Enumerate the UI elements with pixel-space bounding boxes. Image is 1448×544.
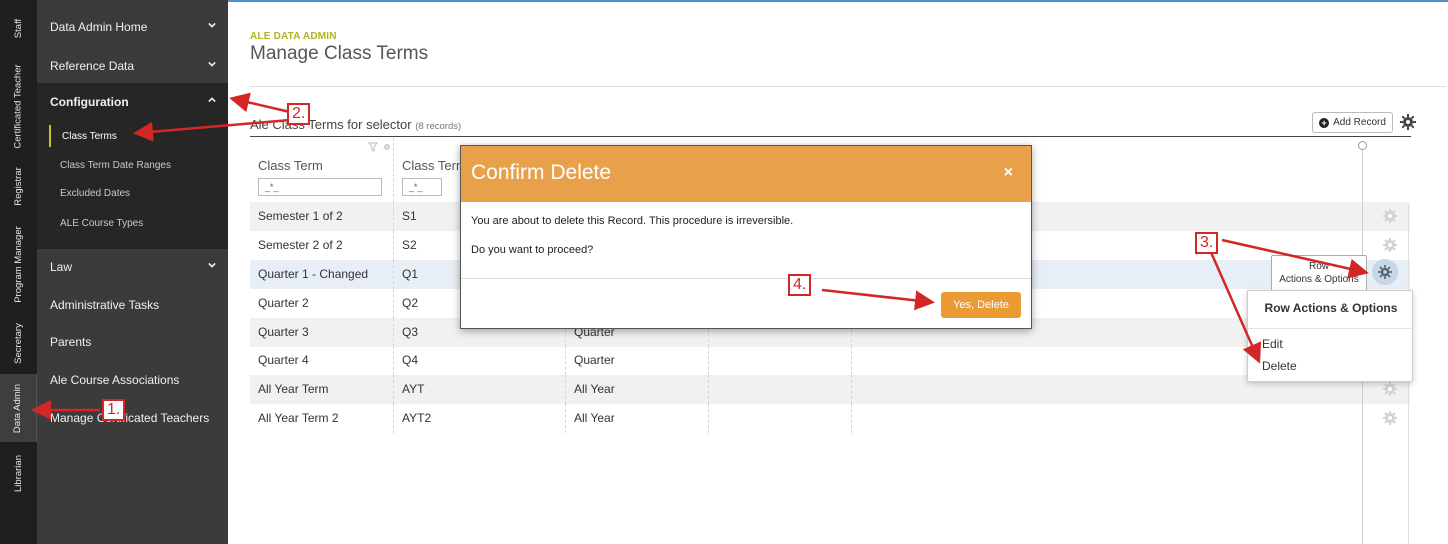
cell-class-term-code: AYT2 xyxy=(402,411,432,425)
cell-class-term-code: AYT xyxy=(402,382,425,396)
tab-program-manager[interactable]: Program Manager xyxy=(0,216,37,312)
sidebar-item-reference-data[interactable]: Reference Data xyxy=(37,47,228,85)
cell-class-term: Semester 1 of 2 xyxy=(258,209,343,223)
gear-icon[interactable] xyxy=(1382,381,1398,397)
cell-term-type: Quarter xyxy=(574,353,615,367)
table-row[interactable]: All Year Term 2 AYT2 All Year xyxy=(250,404,1410,433)
dialog-header: Confirm Delete × xyxy=(461,146,1031,202)
sidebar: Data Admin Home Reference Data Configura… xyxy=(37,0,228,544)
resize-handle[interactable] xyxy=(1358,141,1367,150)
sidebar-subitem-excluded-dates[interactable]: Excluded Dates xyxy=(49,182,219,204)
cell-class-term: Quarter 1 - Changed xyxy=(258,267,369,281)
annotation-callout-4: 4. xyxy=(788,274,812,296)
cell-class-term: Semester 2 of 2 xyxy=(258,238,343,252)
filter-input-class-term[interactable]: _*_ xyxy=(258,178,382,196)
tab-registrar[interactable]: Registrar xyxy=(0,156,37,216)
row-actions-gear-button[interactable] xyxy=(1372,259,1398,285)
sidebar-subitem-class-term-date-ranges[interactable]: Class Term Date Ranges xyxy=(49,154,219,176)
sidebar-item-data-admin-home[interactable]: Data Admin Home xyxy=(37,8,228,46)
sidebar-subitem-class-terms[interactable]: Class Terms xyxy=(49,125,219,147)
menu-item-delete[interactable]: Delete xyxy=(1262,359,1297,373)
sidebar-item-parents[interactable]: Parents xyxy=(37,323,228,361)
cell-class-term: Quarter 3 xyxy=(258,325,309,339)
chevron-down-icon xyxy=(208,61,216,67)
chevron-down-icon xyxy=(208,262,216,268)
gear-icon[interactable] xyxy=(1382,410,1398,426)
menu-item-edit[interactable]: Edit xyxy=(1262,337,1283,351)
gear-icon xyxy=(1378,265,1392,279)
cell-class-term: Quarter 4 xyxy=(258,353,309,367)
cell-class-term: Quarter 2 xyxy=(258,296,309,310)
gear-icon[interactable] xyxy=(1400,114,1416,130)
confirm-delete-dialog: Confirm Delete × You are about to delete… xyxy=(460,145,1032,329)
cell-class-term-code: S2 xyxy=(402,238,417,252)
dialog-message: You are about to delete this Record. Thi… xyxy=(471,215,794,227)
cell-class-term: All Year Term 2 xyxy=(258,411,339,425)
sidebar-item-configuration[interactable]: Configuration xyxy=(37,83,228,121)
divider xyxy=(461,278,1031,279)
annotation-callout-2: 2. xyxy=(287,103,311,125)
plus-icon: + xyxy=(1319,117,1330,128)
divider xyxy=(1248,328,1414,329)
filter-input-class-term-code[interactable]: _*_ xyxy=(402,178,442,196)
tab-certificated-teacher[interactable]: Certificated Teacher xyxy=(0,56,37,156)
cell-class-term-code: Q1 xyxy=(402,267,419,281)
tab-data-admin[interactable]: Data Admin xyxy=(0,374,37,442)
cell-class-term-code: Q2 xyxy=(402,296,419,310)
sidebar-item-law[interactable]: Law xyxy=(37,248,228,286)
yes-delete-button[interactable]: Yes, Delete xyxy=(941,292,1021,318)
main-content: ALE DATA ADMIN Manage Class Terms Ale Cl… xyxy=(228,0,1448,544)
grid-title: Ale Class Terms for selector (8 records) xyxy=(250,117,462,132)
cell-class-term: All Year Term xyxy=(258,382,329,396)
sidebar-item-administrative-tasks[interactable]: Administrative Tasks xyxy=(37,286,228,324)
chevron-up-icon xyxy=(208,97,216,103)
annotation-callout-1: 1. xyxy=(102,399,126,421)
close-icon[interactable]: × xyxy=(1004,164,1013,182)
cell-class-term-code: Q3 xyxy=(402,325,419,339)
chevron-down-icon xyxy=(208,22,216,28)
page-title: Manage Class Terms xyxy=(250,43,429,64)
divider xyxy=(250,136,1411,137)
gear-icon[interactable] xyxy=(1382,237,1398,253)
dialog-title: Confirm Delete xyxy=(471,161,612,184)
table-row[interactable]: Quarter 4 Q4 Quarter xyxy=(250,346,1410,375)
tab-secretary[interactable]: Secretary xyxy=(0,312,37,374)
sidebar-subitem-ale-course-types[interactable]: ALE Course Types xyxy=(49,212,219,234)
table-row[interactable]: All Year Term AYT All Year xyxy=(250,375,1410,404)
tab-staff[interactable]: Staff xyxy=(0,0,37,56)
record-count: (8 records) xyxy=(415,121,462,132)
configuration-section: Configuration Class Terms Class Term Dat… xyxy=(37,83,228,249)
menu-title: Row Actions & Options xyxy=(1264,301,1398,315)
add-record-button[interactable]: + Add Record xyxy=(1312,112,1393,133)
cell-class-term-code: Q4 xyxy=(402,353,419,367)
divider xyxy=(250,86,1446,87)
cell-term-type: All Year xyxy=(574,411,615,425)
dialog-question: Do you want to proceed? xyxy=(471,244,594,256)
tab-librarian[interactable]: Librarian xyxy=(0,442,37,504)
cell-term-type: All Year xyxy=(574,382,615,396)
cell-class-term-code: S1 xyxy=(402,209,417,223)
role-tab-strip: Staff Certificated Teacher Registrar Pro… xyxy=(0,0,37,544)
section-eyebrow: ALE DATA ADMIN xyxy=(250,31,337,42)
screen: Staff Certificated Teacher Registrar Pro… xyxy=(0,0,1448,544)
column-header-class-term[interactable]: Class Term xyxy=(258,158,323,173)
column-header-class-term-code[interactable]: Class Term xyxy=(402,158,467,173)
sidebar-item-ale-course-associations[interactable]: Ale Course Associations xyxy=(37,361,228,399)
annotation-callout-3: 3. xyxy=(1195,232,1219,254)
gear-icon[interactable] xyxy=(382,142,392,152)
gear-icon[interactable] xyxy=(1382,208,1398,224)
sidebar-item-manage-certificated-teachers[interactable]: Manage Certificated Teachers xyxy=(37,399,228,437)
row-actions-tooltip: Row Actions & Options xyxy=(1271,255,1367,291)
filter-icon[interactable] xyxy=(368,142,378,152)
row-actions-menu: Row Actions & Options Edit Delete xyxy=(1247,290,1414,382)
